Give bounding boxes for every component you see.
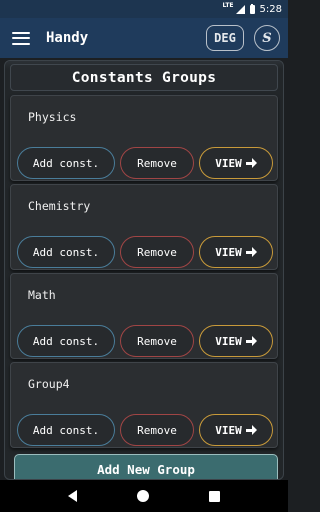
- add-new-group-button[interactable]: Add New Group: [14, 454, 278, 479]
- status-time: 5:28: [259, 3, 282, 15]
- remove-button[interactable]: Remove: [120, 236, 194, 268]
- signal-icon: [235, 4, 245, 14]
- battery-icon: [249, 3, 255, 14]
- app-toolbar: Handy DEG S: [0, 18, 288, 58]
- remove-button[interactable]: Remove: [120, 414, 194, 446]
- hamburger-menu-icon[interactable]: [12, 31, 30, 45]
- arrow-right-icon: [245, 158, 257, 168]
- add-const-button[interactable]: Add const.: [17, 236, 115, 268]
- group-name: Group4: [28, 377, 70, 391]
- back-icon[interactable]: [68, 490, 77, 502]
- status-bar: LTE 5:28: [0, 0, 288, 18]
- group-actions: Add const. Remove VIEW: [17, 414, 273, 446]
- view-label: VIEW: [215, 334, 242, 348]
- view-button[interactable]: VIEW: [199, 325, 273, 357]
- view-label: VIEW: [215, 156, 242, 170]
- group-name: Math: [28, 288, 56, 302]
- arrow-right-icon: [245, 336, 257, 346]
- group-card-chemistry: Chemistry Add const. Remove VIEW: [10, 184, 278, 270]
- home-icon[interactable]: [137, 490, 149, 502]
- add-const-button[interactable]: Add const.: [17, 414, 115, 446]
- group-actions: Add const. Remove VIEW: [17, 325, 273, 357]
- view-button[interactable]: VIEW: [199, 414, 273, 446]
- view-label: VIEW: [215, 423, 242, 437]
- constants-groups-panel: Constants Groups Physics Add const. Remo…: [4, 60, 284, 480]
- s-button[interactable]: S: [254, 25, 280, 51]
- group-card-group4: Group4 Add const. Remove VIEW: [10, 362, 278, 448]
- arrow-right-icon: [245, 247, 257, 257]
- arrow-right-icon: [245, 425, 257, 435]
- add-const-button[interactable]: Add const.: [17, 325, 115, 357]
- group-card-math: Math Add const. Remove VIEW: [10, 273, 278, 359]
- network-type-label: LTE: [222, 2, 234, 9]
- app-title: Handy: [46, 30, 89, 46]
- system-nav-bar: [0, 480, 288, 512]
- group-actions: Add const. Remove VIEW: [17, 236, 273, 268]
- group-name: Chemistry: [28, 199, 91, 213]
- group-name: Physics: [28, 110, 77, 124]
- group-card-physics: Physics Add const. Remove VIEW: [10, 95, 278, 181]
- view-button[interactable]: VIEW: [199, 236, 273, 268]
- recents-icon[interactable]: [209, 490, 220, 502]
- view-button[interactable]: VIEW: [199, 147, 273, 179]
- view-label: VIEW: [215, 245, 242, 259]
- angle-mode-button[interactable]: DEG: [206, 25, 244, 51]
- remove-button[interactable]: Remove: [120, 147, 194, 179]
- remove-button[interactable]: Remove: [120, 325, 194, 357]
- add-const-button[interactable]: Add const.: [17, 147, 115, 179]
- panel-title: Constants Groups: [10, 64, 278, 91]
- group-actions: Add const. Remove VIEW: [17, 147, 273, 179]
